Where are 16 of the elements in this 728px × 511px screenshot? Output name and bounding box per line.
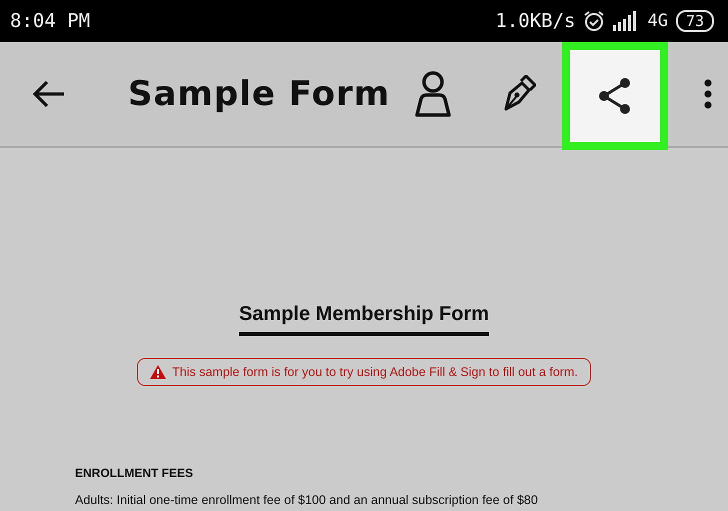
share-button[interactable]	[562, 42, 668, 150]
app-title: Sample Form	[128, 74, 390, 114]
person-icon	[413, 70, 454, 118]
back-arrow-icon	[32, 80, 66, 108]
network-speed: 1.0KB/s	[495, 10, 576, 32]
notice-text: This sample form is for you to try using Adobe Fill & Sign to fill out a form.	[172, 365, 578, 379]
clock: 8:04 PM	[10, 10, 90, 32]
paragraph: Adults: Initial one-time enrollment fee of $100 and an annual subscription fee of $80	[75, 493, 539, 507]
warning-icon	[150, 365, 166, 379]
battery-level: 73	[676, 10, 714, 32]
alarm-icon	[583, 10, 606, 32]
network-type: 4G	[647, 11, 668, 31]
pen-nib-icon	[502, 75, 536, 113]
more-icon	[703, 79, 714, 109]
section-heading: ENROLLMENT FEES	[75, 466, 194, 480]
form-title: Sample Membership Form	[238, 303, 490, 336]
